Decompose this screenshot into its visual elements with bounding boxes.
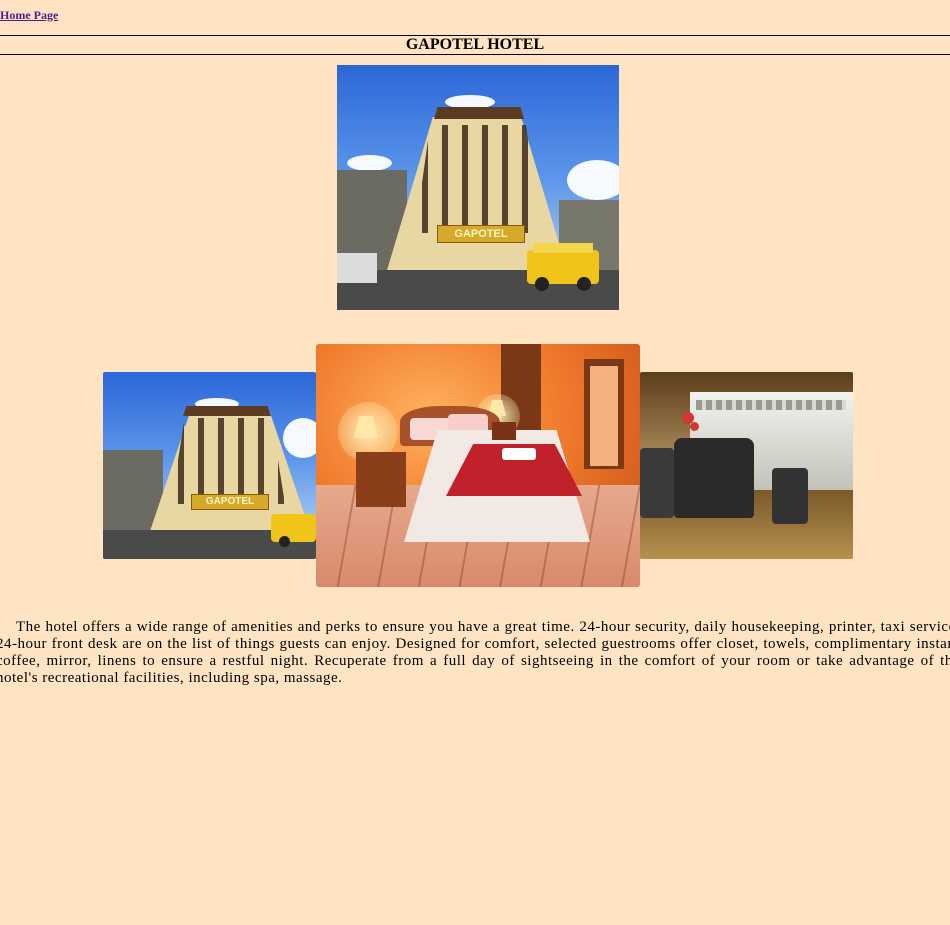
hotel-description: The hotel offers a wide range of ameniti… — [0, 619, 950, 686]
page: Home Page GAPOTEL HOTEL GAPOTEL GAPOTEL — [0, 0, 950, 925]
